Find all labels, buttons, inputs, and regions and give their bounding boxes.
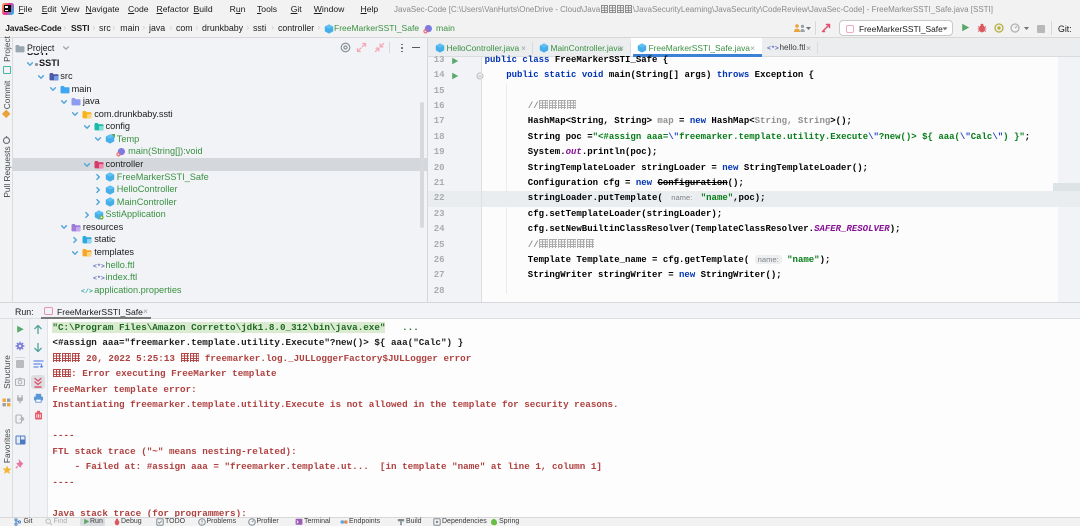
svg-text:<*>: <*> <box>93 263 105 270</box>
svg-text:</>: </> <box>81 288 93 295</box>
svg-text:<*>: <*> <box>767 45 779 52</box>
svg-text:<*>: <*> <box>93 275 105 282</box>
